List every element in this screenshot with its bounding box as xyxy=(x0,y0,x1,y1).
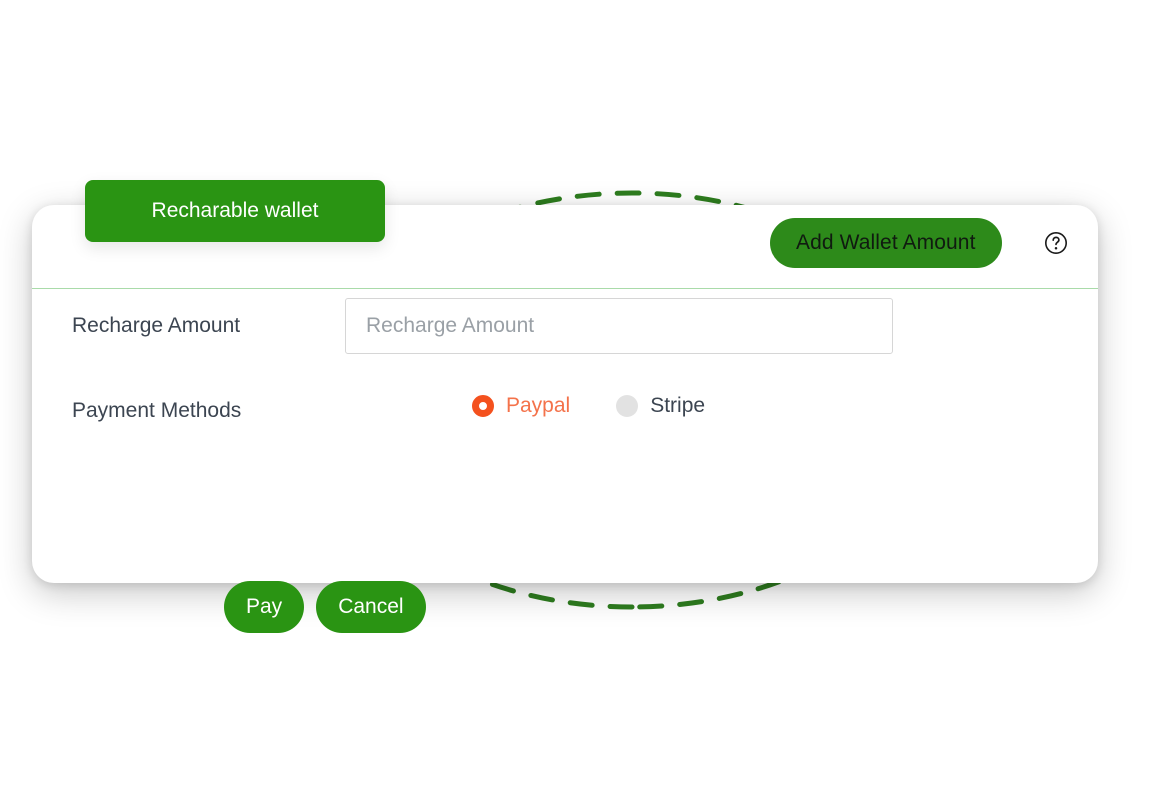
page-root: Add Wallet Amount Recharge Amount Paymen… xyxy=(0,0,1168,797)
pay-button[interactable]: Pay xyxy=(224,581,305,633)
action-buttons: Pay Cancel xyxy=(224,581,426,633)
question-mark-circle-icon[interactable] xyxy=(1044,231,1068,255)
payment-methods-label: Payment Methods xyxy=(72,399,242,422)
payment-methods-radio-group: Paypal Stripe xyxy=(472,394,705,418)
cancel-button[interactable]: Cancel xyxy=(316,581,426,633)
rechargable-wallet-badge: Recharable wallet xyxy=(85,180,385,242)
radio-option-paypal[interactable]: Paypal xyxy=(472,394,570,418)
payment-methods-row: Payment Methods xyxy=(72,399,241,423)
radio-unselected-icon[interactable] xyxy=(616,395,639,417)
add-wallet-amount-button[interactable]: Add Wallet Amount xyxy=(770,218,1002,268)
recharge-amount-input[interactable] xyxy=(345,298,893,354)
radio-option-stripe[interactable]: Stripe xyxy=(616,394,705,418)
recharge-amount-row: Recharge Amount xyxy=(72,314,240,338)
radio-label-paypal: Paypal xyxy=(506,394,571,417)
wallet-card: Add Wallet Amount Recharge Amount Paymen… xyxy=(32,205,1098,633)
radio-selected-icon[interactable] xyxy=(472,395,494,417)
radio-label-stripe: Stripe xyxy=(650,394,706,417)
recharge-amount-label: Recharge Amount xyxy=(72,314,241,337)
